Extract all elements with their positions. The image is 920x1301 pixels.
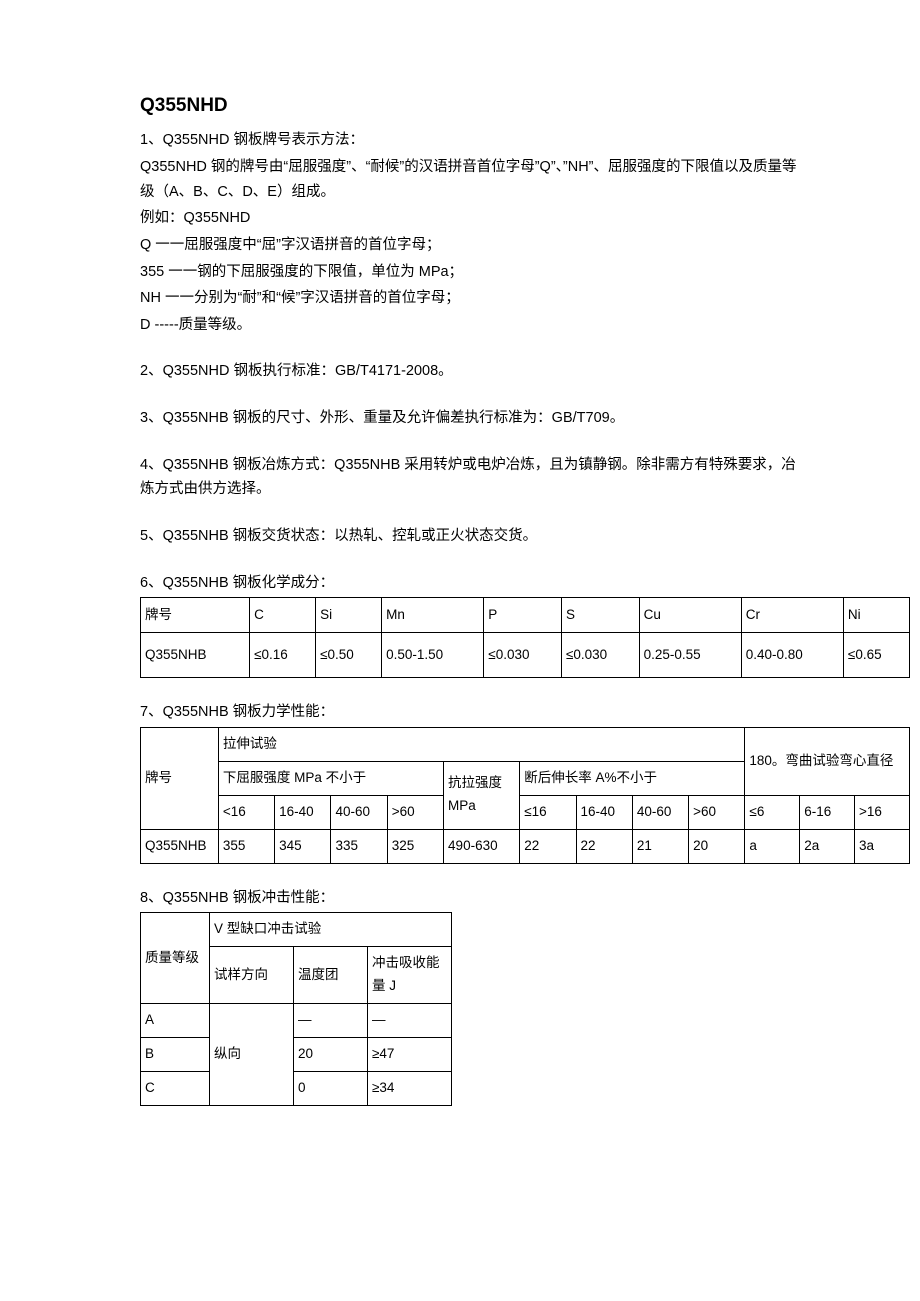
imp-b-1: 纵向 [210,1004,294,1106]
mech-r4-10: a [745,829,800,863]
mech-r4-7: 22 [576,829,632,863]
chem-h0: 牌号 [141,598,250,633]
mech-r3-4: ≤16 [520,795,576,829]
imp-c-2: ≥34 [368,1071,452,1105]
mech-r4-11: 2a [800,829,855,863]
s1-p1: Q355NHD 钢的牌号由“屈服强度”、“耐候”的汉语拼音首位字母”Q”、”NH… [140,155,810,204]
chem-h7: Cr [741,598,843,633]
chem-r7: 0.40-0.80 [741,633,843,678]
mech-r1c0: 牌号 [141,727,219,829]
chem-h8: Ni [843,598,909,633]
imp-b-2: 20 [294,1038,368,1072]
imp-a-2: — [368,1004,452,1038]
s6-head: 6、Q355NHB 钢板化学成分： [140,571,810,596]
imp-a-1: — [294,1004,368,1038]
mech-r3-2: 40-60 [331,795,387,829]
chem-h3: Mn [382,598,484,633]
mech-r2c2: 抗拉强度 MPa [444,761,520,829]
chem-h5: S [561,598,639,633]
s1-p3: Q 一一屈服强度中“屈”字汉语拼音的首位字母； [140,233,810,258]
imp-r2-0: 试样方向 [210,947,294,1004]
mech-r4-12: 3a [855,829,910,863]
mech-r4-8: 21 [632,829,688,863]
impact-table: 质量等级 V 型缺口冲击试验 试样方向 温度团 冲击吸收能量 J A 纵向 — … [140,912,452,1106]
imp-c-0: C [141,1071,210,1105]
chem-h1: C [250,598,316,633]
chem-h6: Cu [639,598,741,633]
mech-r3-8: ≤6 [745,795,800,829]
mech-r3-0: <16 [218,795,274,829]
chem-r6: 0.25-0.55 [639,633,741,678]
mech-r4-1: 355 [218,829,274,863]
s3: 3、Q355NHB 钢板的尺寸、外形、重量及允许偏差执行标准为：GB/T709。 [140,406,810,431]
chem-r2: ≤0.50 [316,633,382,678]
s1-p4: 355 一一钢的下屈服强度的下限值，单位为 MPa； [140,260,810,285]
mech-r2c1: 下屈服强度 MPa 不小于 [218,761,443,795]
s1-p2: 例如：Q355NHD [140,206,810,231]
mech-r4-0: Q355NHB [141,829,219,863]
page-title: Q355NHD [140,90,810,122]
imp-c-1: 0 [294,1071,368,1105]
mech-r4-4: 325 [387,829,443,863]
chem-r1: ≤0.16 [250,633,316,678]
imp-r2-2: 冲击吸收能量 J [368,947,452,1004]
mech-r3-6: 40-60 [632,795,688,829]
mech-table: 牌号 拉伸试验 180。弯曲试验弯心直径 下屈服强度 MPa 不小于 抗拉强度 … [140,727,910,864]
imp-b-0: B [141,1038,210,1072]
chem-table: 牌号 C Si Mn P S Cu Cr Ni Q355NHB ≤0.16 ≤0… [140,597,910,678]
mech-r4-9: 20 [689,829,745,863]
mech-r3-7: >60 [689,795,745,829]
chem-r0: Q355NHB [141,633,250,678]
mech-r1c1: 拉伸试验 [218,727,745,761]
s5: 5、Q355NHB 钢板交货状态：以热轧、控轧或正火状态交货。 [140,524,810,549]
chem-r8: ≤0.65 [843,633,909,678]
mech-r2c3: 断后伸长率 A%不小于 [520,761,745,795]
s2: 2、Q355NHD 钢板执行标准：GB/T4171-2008。 [140,359,810,384]
chem-h2: Si [316,598,382,633]
imp-r1c0: 质量等级 [141,913,210,1004]
mech-r3-1: 16-40 [275,795,331,829]
imp-r2-1: 温度团 [294,947,368,1004]
mech-r4-2: 345 [275,829,331,863]
imp-a-0: A [141,1004,210,1038]
s1-p6: D -----质量等级。 [140,313,810,338]
imp-b-3: ≥47 [368,1038,452,1072]
mech-r4-6: 22 [520,829,576,863]
mech-r3-10: >16 [855,795,910,829]
chem-r3: 0.50-1.50 [382,633,484,678]
chem-r4: ≤0.030 [484,633,562,678]
s1-p5: NH 一一分别为“耐”和“候”字汉语拼音的首位字母； [140,286,810,311]
mech-r4-5: 490-630 [444,829,520,863]
chem-r5: ≤0.030 [561,633,639,678]
s4: 4、Q355NHB 钢板冶炼方式：Q355NHB 采用转炉或电炉冶炼，且为镇静钢… [140,453,810,502]
s1-head: 1、Q355NHD 钢板牌号表示方法： [140,128,810,153]
chem-h4: P [484,598,562,633]
mech-r4-3: 335 [331,829,387,863]
mech-r3-3: >60 [387,795,443,829]
mech-r3-5: 16-40 [576,795,632,829]
s8-head: 8、Q355NHB 钢板冲击性能： [140,886,810,911]
imp-r1c1: V 型缺口冲击试验 [210,913,452,947]
mech-r1c2: 180。弯曲试验弯心直径 [745,727,910,795]
mech-r3-9: 6-16 [800,795,855,829]
s7-head: 7、Q355NHB 钢板力学性能： [140,700,810,725]
document-page: Q355NHD 1、Q355NHD 钢板牌号表示方法： Q355NHD 钢的牌号… [0,0,920,1146]
